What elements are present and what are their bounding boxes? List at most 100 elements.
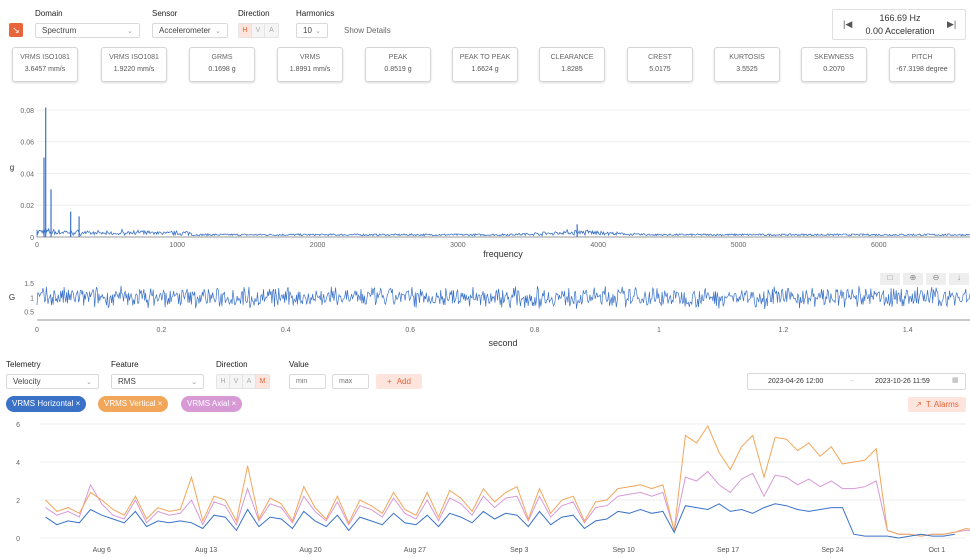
metric-title: PEAK	[388, 54, 408, 61]
metric-value: 0.8519 g	[384, 66, 412, 73]
chart-icon: ↗	[915, 400, 922, 409]
trend-direction-v-button[interactable]: V	[230, 375, 243, 388]
y-tick-label: 0.06	[20, 140, 34, 147]
value-max-input[interactable]	[332, 374, 369, 389]
y-tick-label: 1	[30, 295, 34, 302]
trend-direction-h-button[interactable]: H	[217, 375, 230, 388]
direction-v-button[interactable]: V	[252, 24, 265, 37]
x-tick-label: Aug 6	[93, 547, 111, 554]
harmonics-select[interactable]: 10 ⌄	[296, 23, 328, 38]
series-tag[interactable]: VRMS Vertical ×	[98, 396, 169, 412]
chevron-down-icon: ⌄	[86, 378, 92, 386]
direction-toggle[interactable]: H V A	[238, 23, 279, 38]
skip-forward-icon[interactable]: ▶|	[947, 19, 956, 30]
feature-select[interactable]: RMS ⌄	[111, 374, 204, 389]
x-tick-label: Oct 1	[928, 547, 945, 554]
zoom-select-icon[interactable]: □	[880, 273, 900, 285]
x-tick-label: Aug 20	[299, 547, 321, 554]
metric-value: 0.2070	[823, 66, 845, 73]
series-tag[interactable]: VRMS Horizontal ×	[6, 396, 87, 412]
metric-title: GRMS	[211, 54, 233, 61]
metric-value: 1.8285	[561, 66, 583, 73]
x-tick-label: 0.2	[157, 327, 167, 334]
download-icon[interactable]: ↓	[949, 273, 969, 285]
trend-direction-m-button[interactable]: M	[256, 375, 269, 388]
telemetry-label: Telemetry	[6, 360, 41, 369]
zoom-out-icon[interactable]: ⊖	[926, 273, 946, 285]
time-waveform-chart[interactable]: 0.5 1 1.5 0 0.2 0.4 0.6 0.8 1 1.2 1.4 Gsecond	[0, 270, 970, 352]
chevron-down-icon: ⌄	[315, 27, 321, 35]
series-line	[45, 470, 970, 537]
waveform-line	[36, 285, 970, 309]
series-line	[45, 503, 955, 539]
telemetry-select[interactable]: Velocity ⌄	[6, 374, 99, 389]
metric-title: CLEARANCE	[550, 54, 594, 61]
metric-card[interactable]: PEAK TO PEAK 1.6624 g	[452, 47, 518, 82]
trend-direction-a-button[interactable]: A	[243, 375, 256, 388]
series-tag-label: VRMS Vertical	[104, 399, 156, 408]
metric-value: 1.9220 mm/s	[113, 66, 155, 73]
metric-card[interactable]: CLEARANCE 1.8285	[539, 47, 605, 82]
y-tick-label: 0	[30, 235, 34, 242]
y-axis-label: G	[9, 293, 15, 302]
x-tick-label: Sep 10	[613, 547, 635, 554]
zoom-in-icon[interactable]: ⊕	[903, 273, 923, 285]
y-axis-label: g	[10, 163, 14, 172]
direction-h-button[interactable]: H	[239, 24, 252, 37]
spectrum-line	[36, 227, 970, 237]
metric-title: VRMS ISO1081	[109, 54, 159, 61]
metric-title: SKEWNESS	[814, 54, 854, 61]
x-tick-label: 1.2	[779, 327, 789, 334]
close-icon[interactable]: ×	[229, 399, 236, 408]
trend-chart[interactable]: 0 2 4 6 Aug 6 Aug 13 Aug 20 Aug 27 Sep 3 Sep 10 Se…	[0, 414, 970, 558]
x-tick-label: 0	[35, 242, 39, 249]
y-tick-label: 2	[16, 498, 20, 505]
metric-value: -67.3198 degree	[896, 66, 948, 73]
x-tick-label: 0.6	[405, 327, 415, 334]
metric-card[interactable]: SKEWNESS 0.2070	[801, 47, 867, 82]
date-range-picker[interactable]: 2023-04-26 12:00 → 2023-10-26 11:59 ▦	[747, 373, 966, 390]
wrench-icon: ↘	[12, 24, 20, 35]
x-tick-label: 4000	[590, 242, 606, 249]
metric-card[interactable]: PEAK 0.8519 g	[365, 47, 431, 82]
show-details-link[interactable]: Show Details	[344, 26, 391, 35]
domain-select[interactable]: Spectrum ⌄	[35, 23, 140, 38]
metric-title: PEAK TO PEAK	[459, 54, 511, 61]
metric-card[interactable]: PITCH -67.3198 degree	[889, 47, 955, 82]
x-axis-label: second	[488, 338, 517, 348]
metric-card[interactable]: KURTOSIS 3.5525	[714, 47, 780, 82]
x-tick-label: 0.8	[530, 327, 540, 334]
metric-title: CREST	[648, 54, 672, 61]
spectrum-chart[interactable]: 0 0.02 0.04 0.06 0.08 0 1000 2000 3000 4000 5000 60…	[0, 90, 970, 262]
value-min-input[interactable]	[289, 374, 326, 389]
metric-card[interactable]: VRMS ISO1081 3.6457 mm/s	[12, 47, 78, 82]
plus-icon: +	[387, 377, 392, 386]
direction-a-button[interactable]: A	[265, 24, 278, 37]
series-tag[interactable]: VRMS Axial ×	[181, 396, 243, 412]
y-tick-label: 6	[16, 422, 20, 429]
sensor-select[interactable]: Accelerometer ⌄	[152, 23, 228, 38]
metric-title: KURTOSIS	[729, 54, 765, 61]
metric-card[interactable]: CREST 5.0175	[627, 47, 693, 82]
metric-card[interactable]: VRMS ISO1081 1.9220 mm/s	[101, 47, 167, 82]
waveform-toolbar: □ ⊕ ⊖ ↓	[880, 273, 969, 285]
add-button[interactable]: + Add	[376, 374, 422, 389]
chevron-down-icon: ⌄	[191, 378, 197, 386]
metric-card[interactable]: GRMS 0.1698 g	[189, 47, 255, 82]
trend-direction-toggle[interactable]: H V A M	[216, 374, 270, 389]
x-tick-label: 1.4	[903, 327, 913, 334]
y-tick-label: 0.02	[20, 203, 34, 210]
metric-title: VRMS	[299, 54, 321, 61]
close-icon[interactable]: ×	[156, 399, 163, 408]
metric-value: 5.0175	[649, 66, 671, 73]
close-icon[interactable]: ×	[73, 399, 81, 408]
metric-value: 1.6624 g	[471, 66, 499, 73]
y-tick-label: 0	[16, 536, 20, 543]
x-tick-label: 2000	[310, 242, 326, 249]
metric-card[interactable]: VRMS 1.8991 mm/s	[277, 47, 343, 82]
date-from: 2023-04-26 12:00	[768, 378, 824, 385]
alarms-button[interactable]: ↗ T. Alarms	[908, 397, 966, 412]
x-tick-label: 5000	[731, 242, 747, 249]
chevron-down-icon: ⌄	[215, 27, 221, 35]
app-logo-button[interactable]: ↘	[9, 23, 23, 37]
